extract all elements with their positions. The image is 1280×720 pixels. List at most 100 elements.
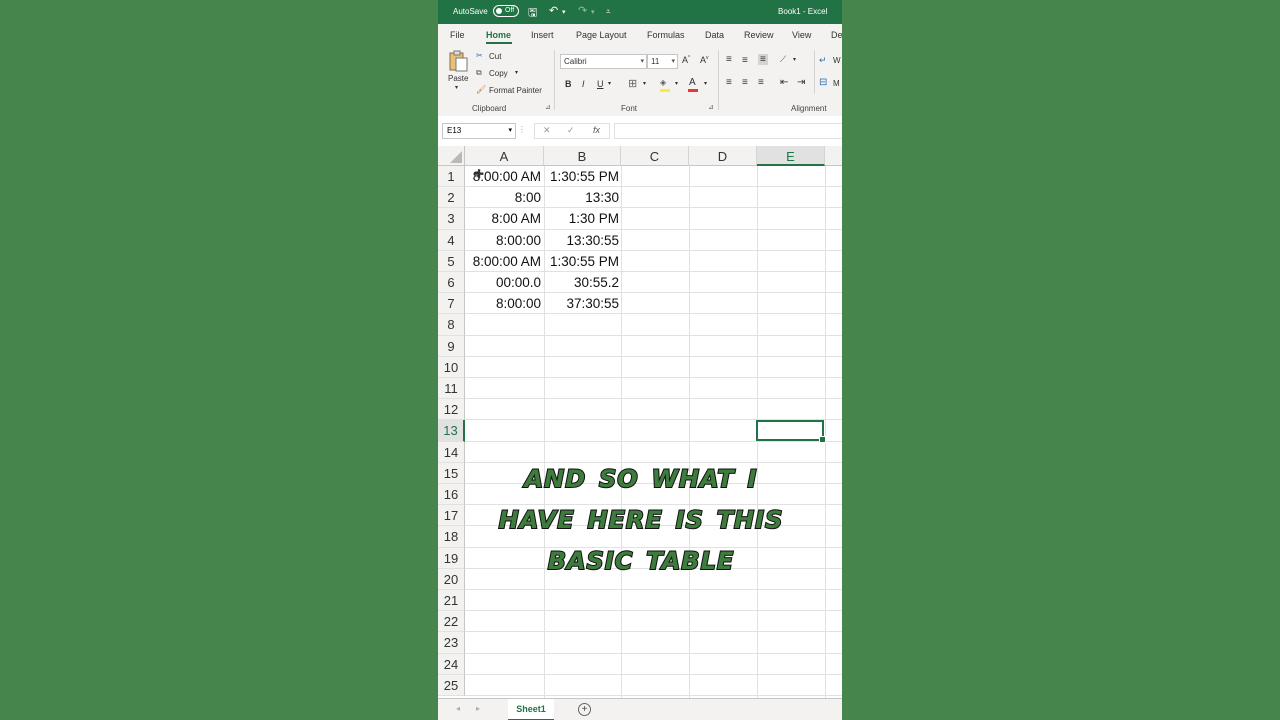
next-sheet-icon[interactable]: ▸ — [476, 704, 480, 713]
align-center-icon[interactable]: ≡ — [742, 77, 748, 88]
row-header-7[interactable]: 7 — [438, 293, 465, 315]
align-left-icon[interactable]: ≡ — [726, 77, 732, 88]
font-color-dropdown-icon[interactable]: ▾ — [704, 80, 707, 87]
row-header-10[interactable]: 10 — [438, 356, 465, 378]
bottom-align-icon[interactable]: ≡ — [758, 54, 768, 65]
more-options-icon[interactable]: ⋮ — [518, 125, 526, 134]
row-header-2[interactable]: 2 — [438, 187, 465, 209]
align-right-icon[interactable]: ≡ — [758, 77, 764, 88]
row-header-22[interactable]: 22 — [438, 611, 465, 633]
copy-dropdown-icon[interactable]: ▾ — [515, 69, 518, 76]
row-header-12[interactable]: 12 — [438, 399, 465, 421]
cell-a4[interactable]: 8:00:00 — [465, 230, 541, 251]
row-header-8[interactable]: 8 — [438, 314, 465, 336]
row-header-21[interactable]: 21 — [438, 590, 465, 612]
tab-developer[interactable]: De — [831, 30, 842, 40]
row-header-3[interactable]: 3 — [438, 208, 465, 230]
orientation-dropdown-icon[interactable]: ▾ — [793, 56, 796, 63]
borders-dropdown-icon[interactable]: ▾ — [643, 80, 646, 87]
undo-icon[interactable]: ↶ — [549, 4, 558, 17]
underline-button[interactable]: U — [597, 79, 604, 89]
row-header-4[interactable]: 4 — [438, 229, 465, 251]
sheet-tab-sheet1[interactable]: Sheet1 — [508, 699, 554, 720]
fill-color-icon[interactable]: ◈ — [660, 78, 666, 87]
format-painter-icon[interactable]: 🖌 — [476, 85, 486, 94]
prev-sheet-icon[interactable]: ◂ — [456, 704, 460, 713]
cell-a7[interactable]: 8:00:00 — [465, 293, 541, 314]
row-header-1[interactable]: 1 — [438, 166, 465, 188]
paste-icon[interactable] — [448, 50, 468, 72]
row-header-17[interactable]: 17 — [438, 505, 465, 527]
enter-icon[interactable]: ✓ — [567, 125, 575, 136]
cell-a2[interactable]: 8:00 — [465, 187, 541, 208]
clipboard-launcher-icon[interactable]: ⊿ — [545, 103, 551, 111]
tab-insert[interactable]: Insert — [531, 30, 554, 40]
redo-icon[interactable]: ↷ — [578, 4, 587, 17]
row-header-13[interactable]: 13 — [438, 420, 465, 442]
underline-dropdown-icon[interactable]: ▾ — [608, 80, 611, 87]
fill-dropdown-icon[interactable]: ▾ — [675, 80, 678, 87]
merge-icon[interactable]: ⊟ — [819, 77, 827, 88]
tab-home[interactable]: Home — [486, 30, 511, 40]
font-size-select[interactable]: 11 ▾ — [647, 54, 678, 69]
column-header-b[interactable]: B — [544, 146, 621, 166]
active-cell-e13[interactable] — [756, 420, 826, 443]
orientation-icon[interactable]: ⟋ — [780, 54, 786, 65]
cut-button[interactable]: Cut — [489, 52, 501, 61]
merge-button[interactable]: M — [833, 79, 840, 88]
decrease-font-icon[interactable]: Av — [700, 55, 709, 65]
row-header-15[interactable]: 15 — [438, 462, 465, 484]
tab-data[interactable]: Data — [705, 30, 724, 40]
tab-page-layout[interactable]: Page Layout — [576, 30, 627, 40]
row-header-14[interactable]: 14 — [438, 441, 465, 463]
cell-b1[interactable]: 1:30:55 PM — [544, 166, 619, 187]
tab-formulas[interactable]: Formulas — [647, 30, 685, 40]
cancel-icon[interactable]: ✕ — [543, 125, 551, 136]
cut-icon[interactable]: ✂ — [476, 51, 483, 60]
font-name-select[interactable]: Calibri ▾ — [560, 54, 647, 69]
row-header-20[interactable]: 20 — [438, 568, 465, 590]
cell-b5[interactable]: 1:30:55 PM — [544, 251, 619, 272]
italic-button[interactable]: I — [582, 79, 585, 89]
tab-file[interactable]: File — [450, 30, 465, 40]
formula-input[interactable] — [614, 123, 842, 139]
fill-handle[interactable] — [819, 436, 826, 443]
row-header-19[interactable]: 19 — [438, 547, 465, 569]
column-header-a[interactable]: A — [465, 146, 544, 166]
row-header-11[interactable]: 11 — [438, 378, 465, 400]
paste-button[interactable]: Paste — [448, 74, 468, 83]
row-header-23[interactable]: 23 — [438, 632, 465, 654]
select-all-button[interactable] — [438, 146, 465, 166]
font-launcher-icon[interactable]: ⊿ — [708, 103, 714, 111]
wrap-text-button[interactable]: W — [833, 56, 841, 65]
cell-b2[interactable]: 13:30 — [544, 187, 619, 208]
save-icon[interactable]: 🖫 — [528, 4, 537, 23]
font-color-icon[interactable]: A — [689, 77, 696, 88]
format-painter-button[interactable]: Format Painter — [489, 86, 542, 95]
redo-dropdown-icon[interactable]: ▾ — [591, 8, 595, 16]
wrap-text-icon[interactable]: ↵ — [819, 55, 827, 66]
row-header-16[interactable]: 16 — [438, 484, 465, 506]
row-header-18[interactable]: 18 — [438, 526, 465, 548]
cell-a5[interactable]: 8:00:00 AM — [465, 251, 541, 272]
paste-dropdown-icon[interactable]: ▾ — [455, 84, 458, 91]
tab-review[interactable]: Review — [744, 30, 774, 40]
row-header-6[interactable]: 6 — [438, 272, 465, 294]
increase-font-icon[interactable]: A^ — [682, 55, 690, 65]
copy-icon[interactable]: ⧉ — [476, 68, 482, 78]
copy-button[interactable]: Copy — [489, 69, 508, 78]
borders-icon[interactable]: ⊞ — [628, 77, 637, 90]
customize-toolbar-icon[interactable]: ⩡ — [606, 7, 611, 17]
decrease-indent-icon[interactable]: ⇤ — [780, 77, 788, 88]
column-header-d[interactable]: D — [689, 146, 757, 166]
column-header-c[interactable]: C — [621, 146, 689, 166]
cell-b6[interactable]: 30:55.2 — [544, 272, 619, 293]
bold-button[interactable]: B — [565, 79, 572, 89]
cell-b7[interactable]: 37:30:55 — [544, 293, 619, 314]
middle-align-icon[interactable]: ≡ — [742, 55, 748, 66]
column-header-f[interactable] — [825, 146, 842, 166]
column-header-e[interactable]: E — [757, 146, 825, 166]
increase-indent-icon[interactable]: ⇥ — [797, 77, 805, 88]
tab-view[interactable]: View — [792, 30, 811, 40]
cell-a6[interactable]: 00:00.0 — [465, 272, 541, 293]
